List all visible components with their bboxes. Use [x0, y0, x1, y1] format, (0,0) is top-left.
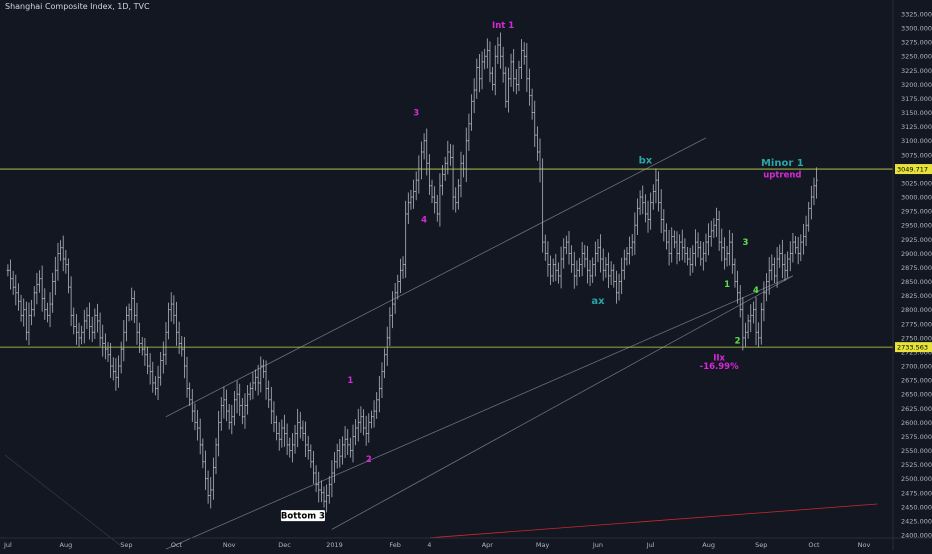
- channel-line: [165, 275, 794, 550]
- y-tick-label: 2900.000: [901, 250, 932, 258]
- x-tick-label: Oct: [171, 541, 183, 549]
- y-tick-label: 2875.000: [901, 264, 932, 272]
- channel-line: [331, 275, 794, 530]
- y-tick-label: 3100.000: [901, 137, 932, 145]
- annotation-label: 1: [724, 280, 730, 290]
- price-chart[interactable]: Int 13412Bottom 3bxaxMinor 1uptrendIIx-1…: [0, 0, 932, 550]
- annotation-label: 1: [347, 376, 353, 386]
- x-tick-label: Feb: [389, 541, 401, 549]
- faint-line: [4, 454, 121, 546]
- annotation-label: 2: [735, 336, 741, 346]
- annotation-label: Minor 1: [761, 158, 804, 169]
- channel-lines: [4, 137, 878, 550]
- x-tick-label: Jun: [592, 541, 603, 549]
- y-tick-label: 2925.000: [901, 236, 932, 244]
- y-tick-label: 2850.000: [901, 278, 932, 286]
- trend-line: [429, 503, 878, 539]
- y-tick-label: 3300.000: [901, 25, 932, 33]
- y-tick-label: 2825.000: [901, 292, 932, 300]
- y-tick-label: 2500.000: [901, 475, 932, 483]
- channel-line: [165, 137, 707, 418]
- y-axis: 2400.0002425.0002450.0002475.0002500.000…: [892, 0, 932, 550]
- chart-title: Shanghai Composite Index, 1D, TVC: [5, 2, 150, 11]
- annotation-label: ax: [591, 296, 605, 307]
- annotation-label: 3: [743, 238, 749, 248]
- y-tick-label: 2775.000: [901, 320, 932, 328]
- annotation-label: 2: [366, 455, 372, 465]
- y-tick-label: 2750.000: [901, 334, 932, 342]
- y-tick-label: 2800.000: [901, 306, 932, 314]
- annotation-label: -16.99%: [700, 362, 739, 372]
- y-tick-label: 3200.000: [901, 81, 932, 89]
- x-tick-label: Jul: [646, 541, 655, 549]
- x-tick-label: Nov: [223, 541, 236, 549]
- y-tick-label: 3225.000: [901, 67, 932, 75]
- y-tick-label: 3150.000: [901, 109, 932, 117]
- annotation-label: uptrend: [763, 170, 801, 180]
- x-tick-label: Jul: [3, 541, 12, 549]
- y-tick-label: 2425.000: [901, 517, 932, 525]
- y-tick-label: 2450.000: [901, 503, 932, 511]
- x-tick-label: Aug: [702, 541, 715, 549]
- wave-annotations: Int 13412Bottom 3bxaxMinor 1uptrendIIx-1…: [281, 21, 804, 522]
- annotation-label: Bottom 3: [281, 512, 325, 522]
- x-tick-label: Aug: [60, 541, 73, 549]
- annotation-label: 3: [413, 108, 419, 118]
- x-tick-label: Sep: [120, 541, 132, 549]
- y-tick-label: 2550.000: [901, 447, 932, 455]
- x-tick-label: Sep: [755, 541, 767, 549]
- price-label: 3049.717: [897, 166, 928, 174]
- annotation-label: 4: [421, 215, 427, 225]
- y-tick-label: 2575.000: [901, 433, 932, 441]
- y-tick-label: 2625.000: [901, 405, 932, 413]
- y-tick-label: 2475.000: [901, 489, 932, 497]
- x-tick-label: 4: [427, 541, 431, 549]
- y-tick-label: 3325.000: [901, 11, 932, 19]
- y-tick-label: 2975.000: [901, 208, 932, 216]
- y-tick-label: 3275.000: [901, 39, 932, 47]
- annotation-label: bx: [639, 155, 653, 166]
- y-tick-label: 2525.000: [901, 461, 932, 469]
- y-tick-label: 3075.000: [901, 151, 932, 159]
- x-tick-label: Apr: [482, 541, 494, 549]
- ohlc-bars: [6, 32, 818, 513]
- y-tick-label: 2675.000: [901, 377, 932, 385]
- x-tick-label: Dec: [278, 541, 291, 549]
- x-tick-label: Oct: [808, 541, 820, 549]
- annotation-label: 4: [753, 286, 759, 296]
- x-tick-label: May: [536, 541, 550, 549]
- y-tick-label: 2650.000: [901, 391, 932, 399]
- y-tick-label: 2600.000: [901, 419, 932, 427]
- x-tick-label: 2019: [326, 541, 343, 549]
- x-tick-label: Nov: [858, 541, 871, 549]
- y-tick-label: 2700.000: [901, 363, 932, 371]
- y-tick-label: 3125.000: [901, 123, 932, 131]
- price-label: 2733.563: [897, 344, 928, 352]
- y-tick-label: 3000.000: [901, 194, 932, 202]
- y-tick-label: 3025.000: [901, 179, 932, 187]
- y-tick-label: 3250.000: [901, 53, 932, 61]
- y-tick-label: 2950.000: [901, 222, 932, 230]
- y-tick-label: 3175.000: [901, 95, 932, 103]
- annotation-label: Int 1: [492, 21, 514, 31]
- x-axis: Jul Aug Sep Oct Nov Dec 2019 Feb 4 Apr May Jun Jul Au…: [0, 537, 932, 549]
